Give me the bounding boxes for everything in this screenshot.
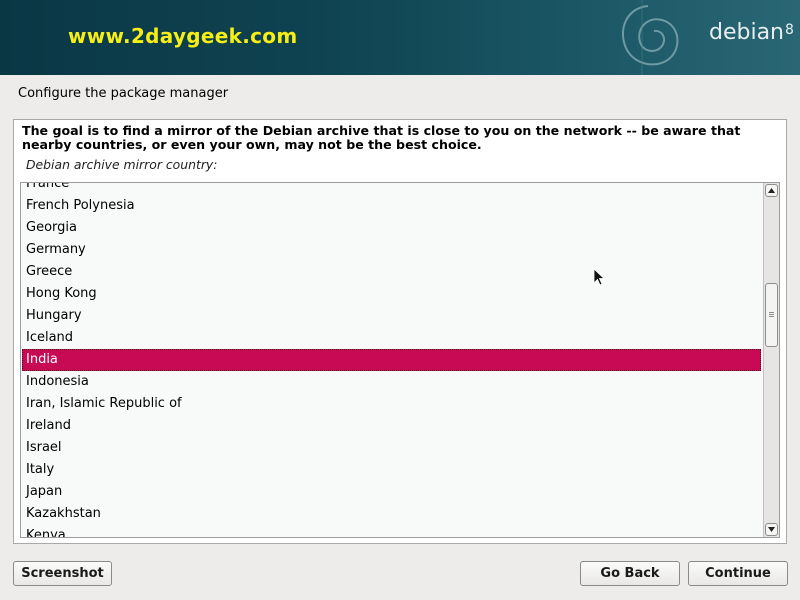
list-item-selected[interactable]: India xyxy=(22,349,761,371)
list-item[interactable]: Greece xyxy=(22,261,761,283)
list-item[interactable]: France xyxy=(22,183,761,195)
list-item[interactable]: Hungary xyxy=(22,305,761,327)
vertical-scrollbar[interactable] xyxy=(763,183,779,537)
debian-swirl-icon xyxy=(622,0,679,75)
continue-button[interactable]: Continue xyxy=(688,561,788,586)
list-item[interactable]: Iran, Islamic Republic of xyxy=(22,393,761,415)
list-item[interactable]: Germany xyxy=(22,239,761,261)
list-item[interactable]: Kenya xyxy=(22,525,761,537)
triangle-up-icon xyxy=(768,188,775,193)
content-panel: The goal is to find a mirror of the Debi… xyxy=(13,119,787,544)
scroll-thumb[interactable] xyxy=(765,283,778,348)
debian-logo: debian8 xyxy=(709,20,794,45)
description-text: The goal is to find a mirror of the Debi… xyxy=(22,123,741,152)
go-back-button[interactable]: Go Back xyxy=(580,561,680,586)
list-item[interactable]: Iceland xyxy=(22,327,761,349)
triangle-down-icon xyxy=(768,527,775,532)
scroll-down-button[interactable] xyxy=(765,523,778,536)
list-item[interactable]: Ireland xyxy=(22,415,761,437)
screenshot-button[interactable]: Screenshot xyxy=(13,561,112,586)
list-item[interactable]: Israel xyxy=(22,437,761,459)
list-item[interactable]: Indonesia xyxy=(22,371,761,393)
list-item[interactable]: Georgia xyxy=(22,217,761,239)
page-title: Configure the package manager xyxy=(18,86,229,101)
mirror-country-list[interactable]: France French Polynesia Georgia Germany Gree… xyxy=(20,182,780,538)
scroll-up-button[interactable] xyxy=(765,184,778,197)
grip-line xyxy=(769,314,774,316)
list-item[interactable]: French Polynesia xyxy=(22,195,761,217)
debian-logo-text: debian xyxy=(709,20,785,45)
mouse-pointer-icon xyxy=(593,268,605,286)
mirror-country-label: Debian archive mirror country: xyxy=(26,157,218,172)
list-item[interactable]: Japan xyxy=(22,481,761,503)
list-item[interactable]: Italy xyxy=(22,459,761,481)
site-watermark: www.2daygeek.com xyxy=(68,24,298,48)
list-item[interactable]: Kazakhstan xyxy=(22,503,761,525)
grip-line xyxy=(769,312,774,314)
list-items: France French Polynesia Georgia Germany Gree… xyxy=(21,183,761,537)
list-item[interactable]: Hong Kong xyxy=(22,283,761,305)
header-banner: www.2daygeek.com debian8 xyxy=(0,0,800,75)
debian-version: 8 xyxy=(785,22,794,38)
grip-line xyxy=(769,316,774,318)
